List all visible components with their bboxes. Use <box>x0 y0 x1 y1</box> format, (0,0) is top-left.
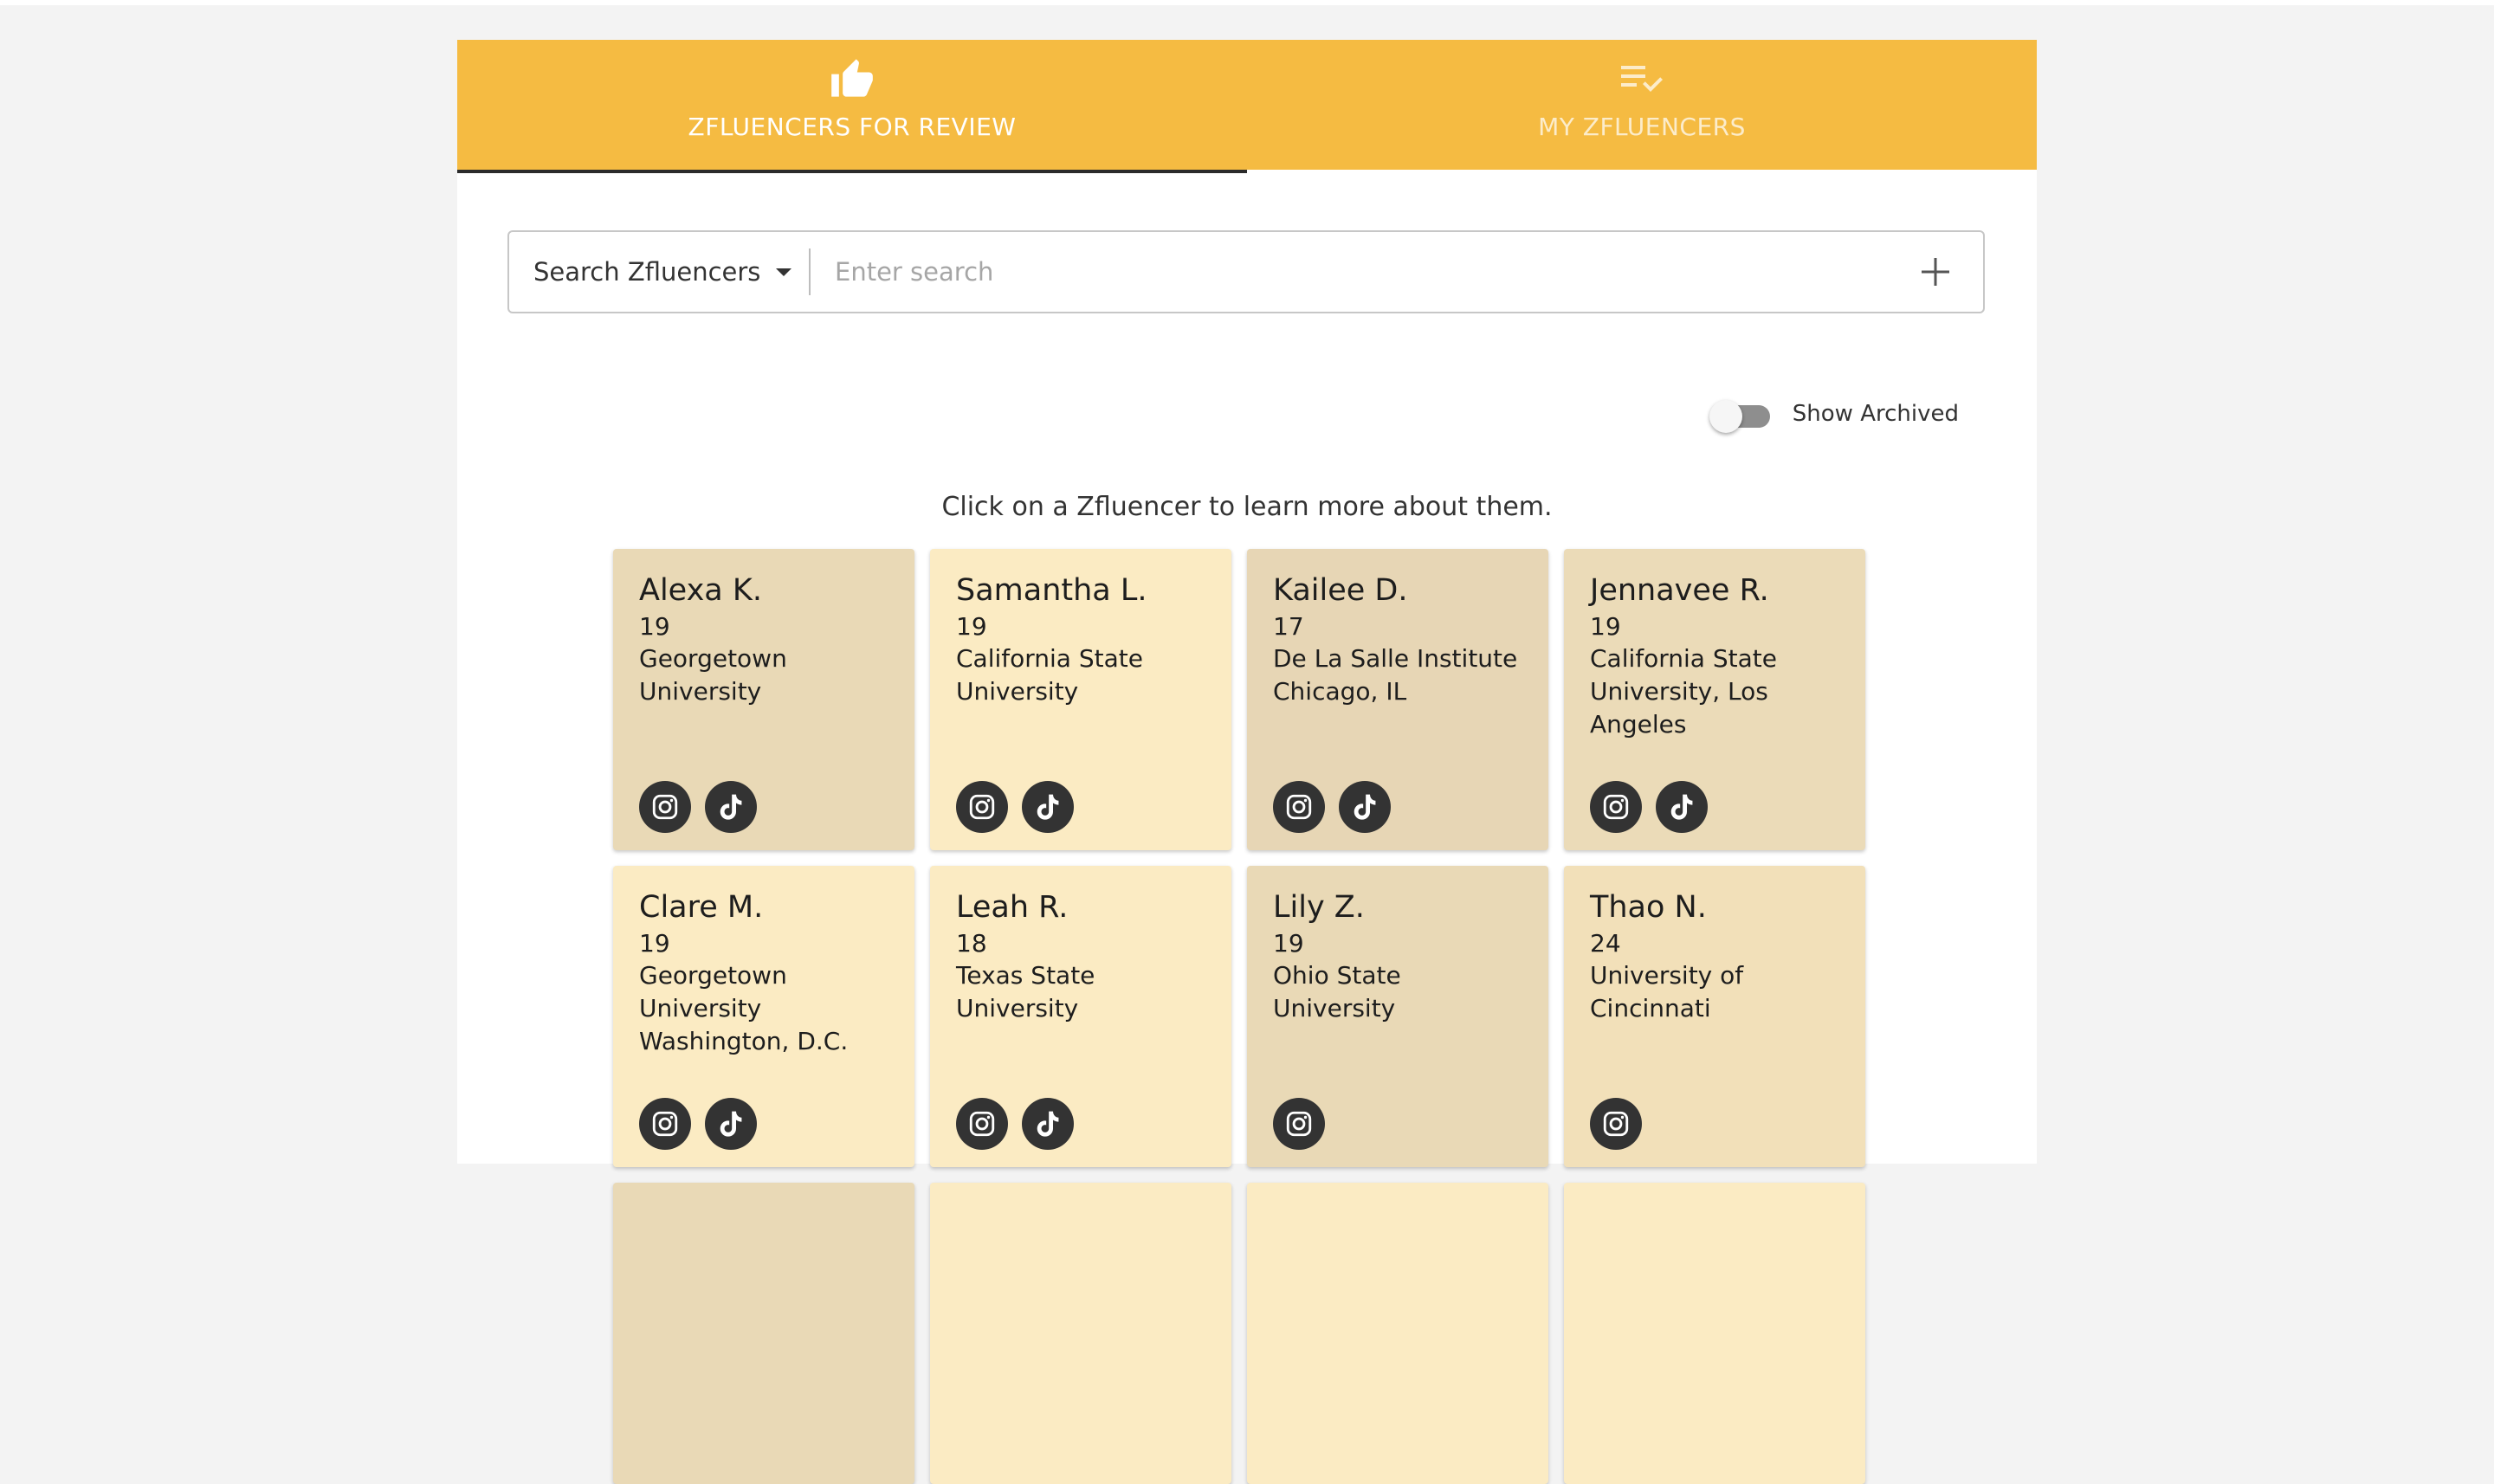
instagram-icon[interactable] <box>1273 1098 1325 1150</box>
zfluencer-school: De La Salle Institute Chicago, IL <box>1273 644 1518 706</box>
zfluencer-age: 18 <box>956 929 987 958</box>
zfluencer-card[interactable] <box>613 1183 914 1484</box>
show-archived-row: Show Archived <box>1709 397 1959 433</box>
instagram-icon[interactable] <box>1590 781 1642 833</box>
search-type-label: Search Zfluencers <box>533 257 761 287</box>
show-archived-label: Show Archived <box>1792 401 1959 427</box>
zfluencer-name: Lily Z. <box>1273 890 1365 925</box>
instagram-icon[interactable] <box>956 1098 1008 1150</box>
zfluencer-name: Leah R. <box>956 890 1069 925</box>
zfluencer-card[interactable] <box>930 1183 1231 1484</box>
top-strip <box>0 0 2494 5</box>
search-input[interactable] <box>811 231 1888 313</box>
social-links <box>1273 1098 1339 1150</box>
instagram-icon[interactable] <box>1273 781 1325 833</box>
tab-label: MY ZFLUENCERS <box>1538 113 1746 141</box>
instagram-icon[interactable] <box>639 1098 691 1150</box>
zfluencer-name: Samantha L. <box>956 573 1147 608</box>
zfluencer-card[interactable]: Alexa K. 19 Georgetown University <box>613 549 914 850</box>
thumbs-up-icon <box>830 55 875 100</box>
social-links <box>1590 1098 1656 1150</box>
playlist-check-icon <box>1619 55 1664 100</box>
tiktok-icon[interactable] <box>1022 781 1074 833</box>
zfluencer-card[interactable]: Leah R. 18 Texas State University <box>930 866 1231 1167</box>
zfluencer-name: Clare M. <box>639 890 764 925</box>
zfluencer-school: Georgetown University Washington, D.C. <box>639 961 849 1055</box>
zfluencer-name: Jennavee R. <box>1590 573 1769 608</box>
tab-label: ZFLUENCERS FOR REVIEW <box>688 113 1017 141</box>
zfluencer-age: 19 <box>639 929 670 958</box>
social-links <box>639 781 771 833</box>
zfluencer-age: 19 <box>1273 929 1304 958</box>
zfluencer-card[interactable] <box>1564 1183 1865 1484</box>
add-search-button[interactable] <box>1888 232 1983 312</box>
main-panel: ZFLUENCERS FOR REVIEW MY ZFLUENCERS Sear… <box>457 40 2037 1484</box>
zfluencer-age: 17 <box>1273 612 1304 641</box>
instagram-icon[interactable] <box>1590 1098 1642 1150</box>
caret-down-icon <box>776 268 791 276</box>
zfluencer-school: Georgetown University <box>639 644 787 706</box>
tiktok-icon[interactable] <box>705 781 757 833</box>
tab-my-zfluencers[interactable]: MY ZFLUENCERS <box>1247 40 2037 170</box>
zfluencer-age: 19 <box>1590 612 1621 641</box>
toggle-knob <box>1709 400 1742 433</box>
tiktok-icon[interactable] <box>1022 1098 1074 1150</box>
zfluencer-card[interactable]: Samantha L. 19 California State Universi… <box>930 549 1231 850</box>
social-links <box>1590 781 1722 833</box>
zfluencer-school: California State University, Los Angeles <box>1590 644 1777 739</box>
zfluencer-school: Ohio State University <box>1273 961 1401 1023</box>
zfluencer-name: Thao N. <box>1590 890 1707 925</box>
tiktok-icon[interactable] <box>1339 781 1391 833</box>
zfluencer-age: 19 <box>639 612 670 641</box>
zfluencer-card[interactable]: Clare M. 19 Georgetown University Washin… <box>613 866 914 1167</box>
social-links <box>956 1098 1088 1150</box>
social-links <box>956 781 1088 833</box>
social-links <box>1273 781 1405 833</box>
zfluencer-school: California State University <box>956 644 1143 706</box>
search-bar: Search Zfluencers <box>507 230 1985 313</box>
tab-bar: ZFLUENCERS FOR REVIEW MY ZFLUENCERS <box>457 40 2037 173</box>
instagram-icon[interactable] <box>956 781 1008 833</box>
zfluencer-card[interactable]: Jennavee R. 19 California State Universi… <box>1564 549 1865 850</box>
active-tab-indicator <box>457 170 1247 173</box>
zfluencer-card[interactable]: Thao N. 24 University of Cincinnati <box>1564 866 1865 1167</box>
tiktok-icon[interactable] <box>705 1098 757 1150</box>
plus-icon <box>1922 258 1949 286</box>
instagram-icon[interactable] <box>639 781 691 833</box>
zfluencer-name: Alexa K. <box>639 573 762 608</box>
zfluencer-age: 19 <box>956 612 987 641</box>
tiktok-icon[interactable] <box>1656 781 1708 833</box>
zfluencer-card[interactable]: Lily Z. 19 Ohio State University <box>1247 866 1548 1167</box>
zfluencer-age: 24 <box>1590 929 1621 958</box>
zfluencer-school: University of Cincinnati <box>1590 961 1744 1023</box>
zfluencer-name: Kailee D. <box>1273 573 1408 608</box>
zfluencer-card[interactable] <box>1247 1183 1548 1484</box>
zfluencer-card[interactable]: Kailee D. 17 De La Salle Institute Chica… <box>1247 549 1548 850</box>
instructions-text: Click on a Zfluencer to learn more about… <box>941 492 1553 522</box>
search-type-select[interactable]: Search Zfluencers <box>509 232 809 312</box>
tab-zfluencers-for-review[interactable]: ZFLUENCERS FOR REVIEW <box>457 40 1247 173</box>
zfluencer-school: Texas State University <box>956 961 1095 1023</box>
social-links <box>639 1098 771 1150</box>
show-archived-toggle[interactable] <box>1709 397 1774 433</box>
